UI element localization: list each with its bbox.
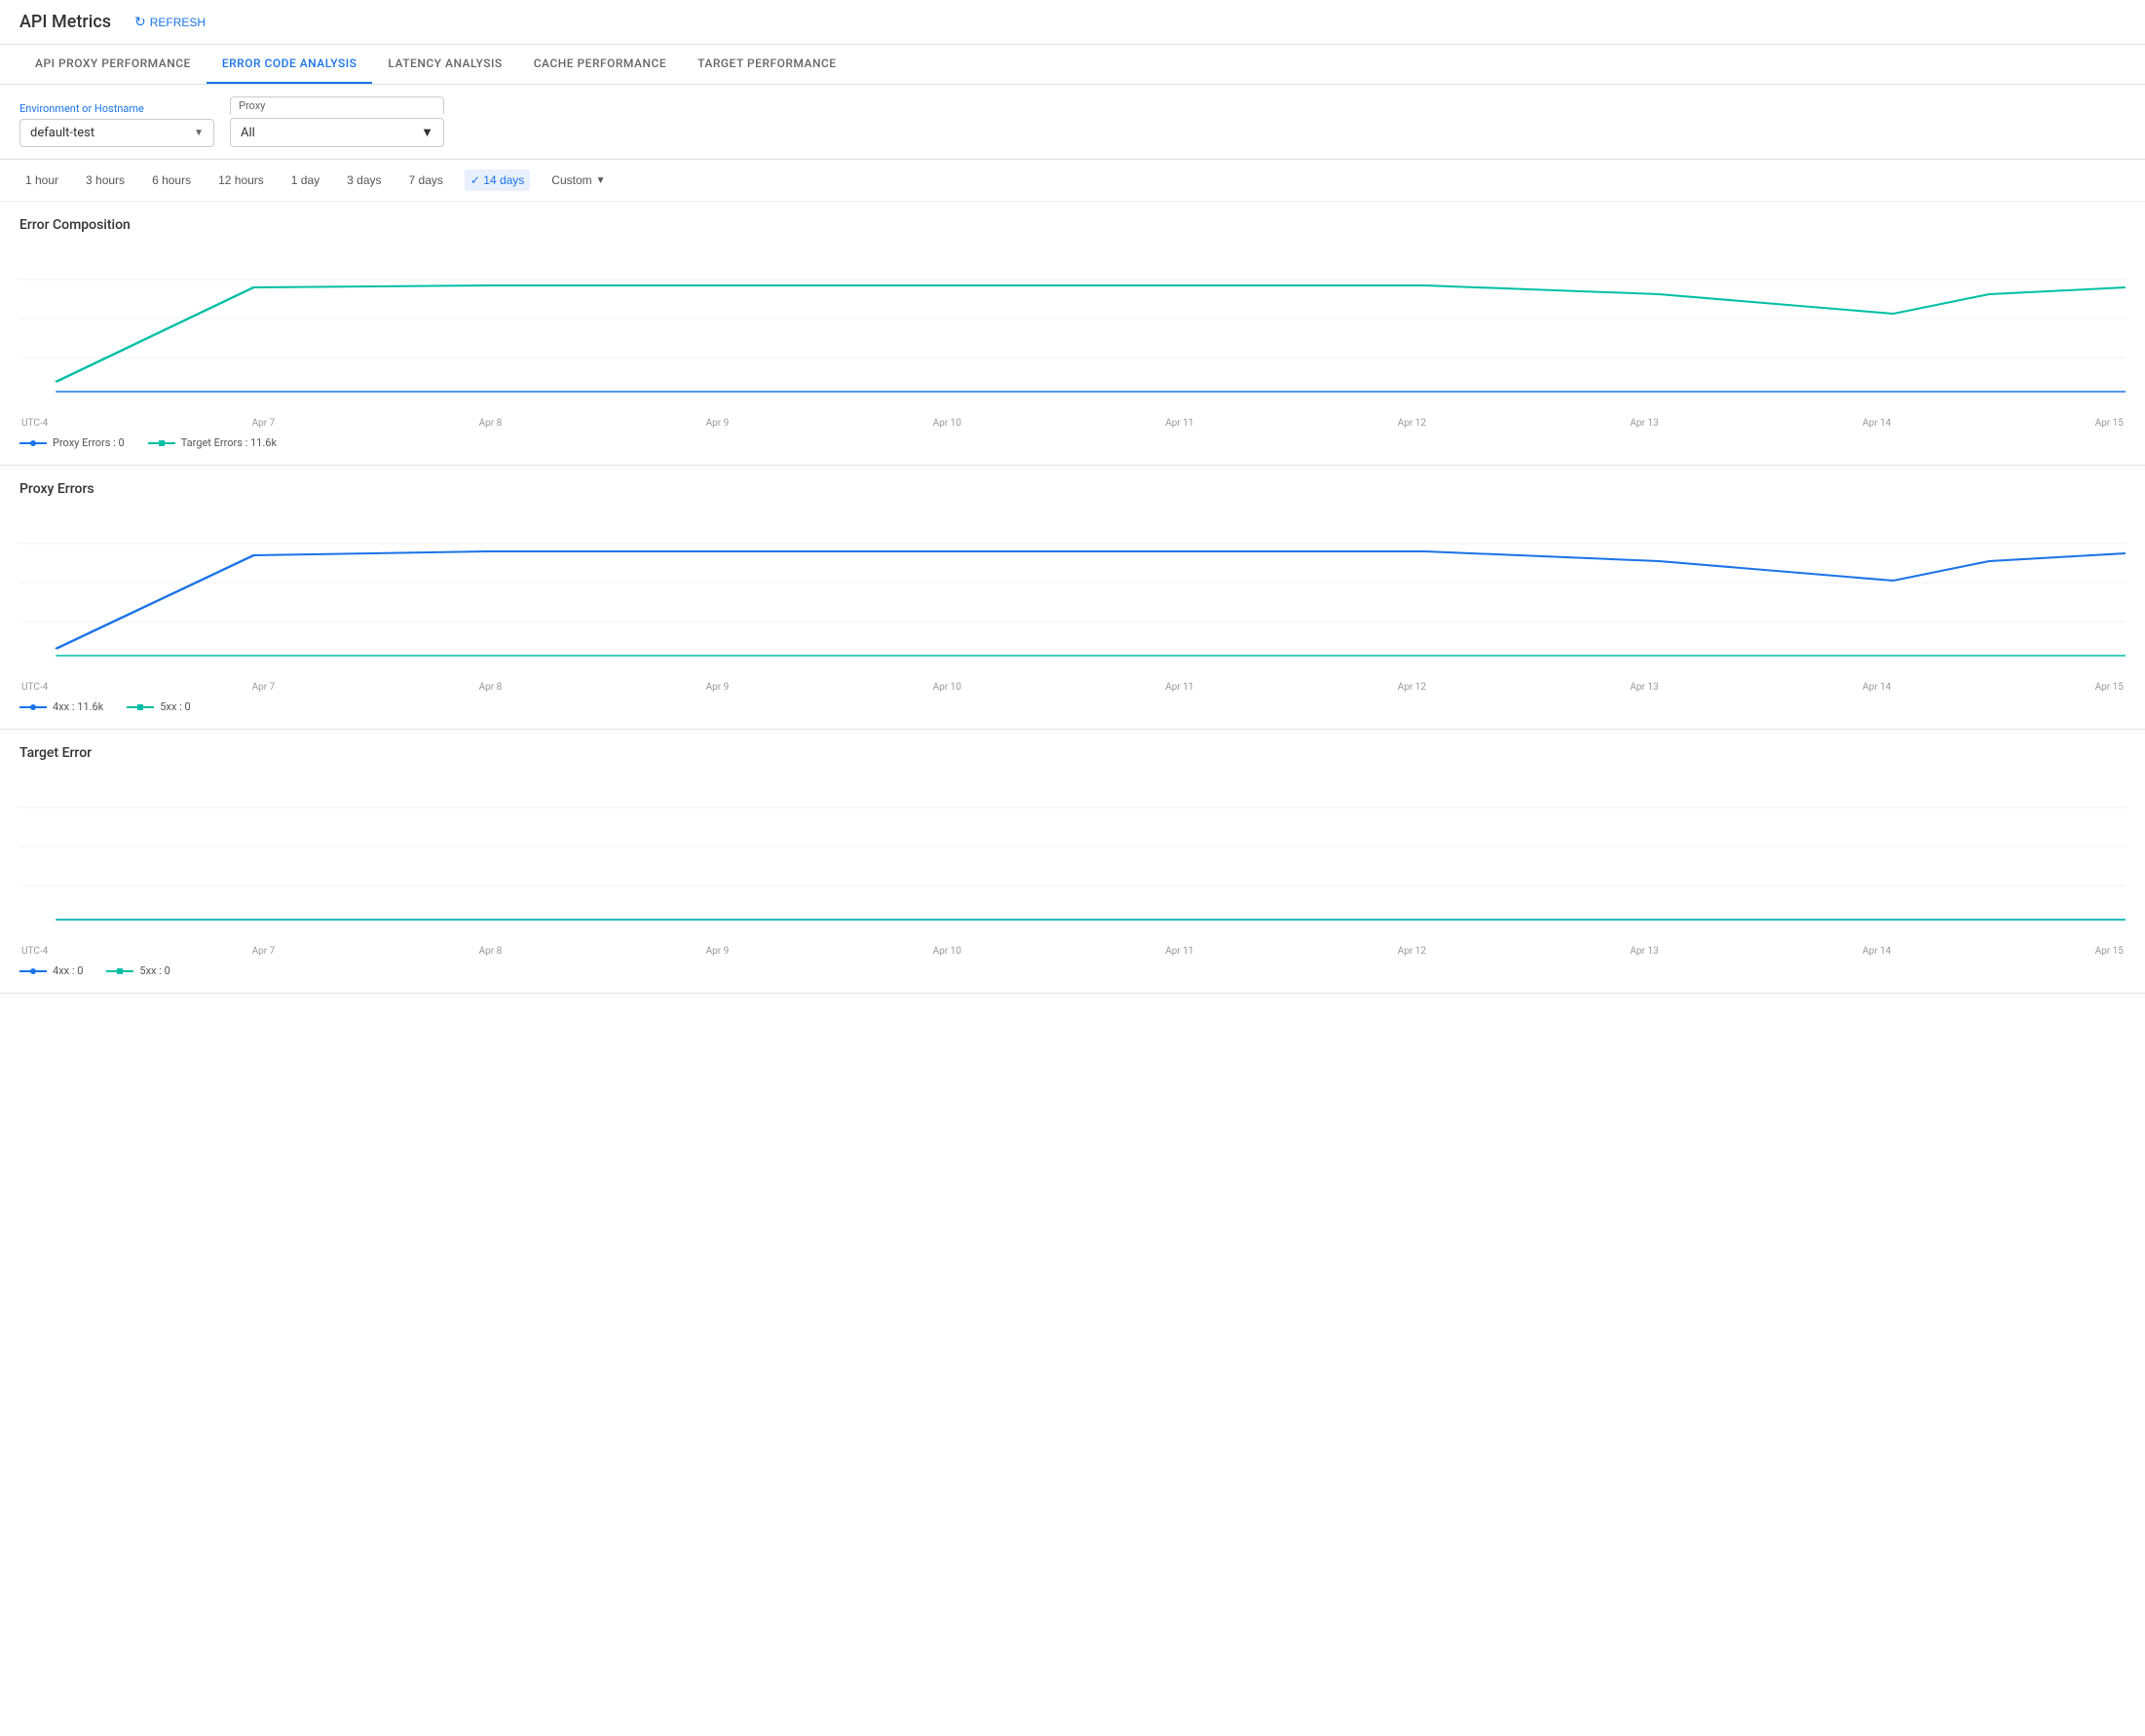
check-icon: ✓ <box>470 173 483 187</box>
page-header: API Metrics ↻ REFRESH <box>0 0 2145 45</box>
legend-4xx: 4xx : 11.6k <box>19 700 103 713</box>
proxy-dropdown-arrow: ▼ <box>421 125 433 140</box>
time-btn-3d[interactable]: 3 days <box>341 170 387 191</box>
filters-bar: Environment or Hostname default-test ▼ P… <box>0 85 2145 160</box>
proxy-errors-x-axis: UTC-4 Apr 7 Apr 8 Apr 9 Apr 10 Apr 11 Ap… <box>19 682 2126 693</box>
proxy-errors-svg <box>19 505 2126 660</box>
proxy-filter-value: All <box>241 126 255 140</box>
legend-target-5xx-icon <box>106 965 133 977</box>
time-btn-3h[interactable]: 3 hours <box>80 170 131 191</box>
proxy-filter-select[interactable]: All ▼ <box>230 118 444 147</box>
target-error-title: Target Error <box>19 745 2126 761</box>
proxy-errors-section: Proxy Errors UTC-4 Apr 7 Apr 8 Apr 9 Apr… <box>0 466 2145 730</box>
time-btn-1h[interactable]: 1 hour <box>19 170 64 191</box>
error-composition-legend: Proxy Errors : 0 Target Errors : 11.6k <box>19 436 2126 449</box>
time-btn-12h[interactable]: 12 hours <box>212 170 270 191</box>
env-dropdown-arrow: ▼ <box>194 128 204 138</box>
env-filter-select[interactable]: default-test ▼ <box>19 119 214 147</box>
tab-api-proxy[interactable]: API PROXY PERFORMANCE <box>19 45 207 84</box>
legend-proxy-errors-icon <box>19 437 47 449</box>
legend-target-5xx: 5xx : 0 <box>106 964 169 977</box>
error-composition-x-axis: UTC-4 Apr 7 Apr 8 Apr 9 Apr 10 Apr 11 Ap… <box>19 418 2126 429</box>
tab-bar: API PROXY PERFORMANCE ERROR CODE ANALYSI… <box>0 45 2145 85</box>
env-filter-value: default-test <box>30 126 94 140</box>
proxy-errors-title: Proxy Errors <box>19 481 2126 497</box>
charts-container: Error Composition UTC-4 Apr 7 Apr 8 Apr … <box>0 202 2145 994</box>
legend-target-errors-icon <box>148 437 175 449</box>
legend-5xx: 5xx : 0 <box>127 700 190 713</box>
target-error-section: Target Error UTC-4 Apr 7 Apr 8 Apr 9 Apr… <box>0 730 2145 994</box>
legend-4xx-icon <box>19 701 47 713</box>
env-filter-group: Environment or Hostname default-test ▼ <box>19 102 214 147</box>
target-error-chart <box>19 769 2126 944</box>
refresh-label: REFRESH <box>150 16 206 29</box>
tab-cache[interactable]: CACHE PERFORMANCE <box>518 45 682 84</box>
refresh-icon: ↻ <box>134 14 146 30</box>
target-error-svg <box>19 769 2126 925</box>
refresh-button[interactable]: ↻ REFRESH <box>127 10 213 34</box>
time-filters-bar: 1 hour 3 hours 6 hours 12 hours 1 day 3 … <box>0 160 2145 202</box>
tab-latency[interactable]: LATENCY ANALYSIS <box>372 45 517 84</box>
error-composition-section: Error Composition UTC-4 Apr 7 Apr 8 Apr … <box>0 202 2145 466</box>
tab-target[interactable]: TARGET PERFORMANCE <box>682 45 851 84</box>
custom-dropdown-arrow: ▼ <box>596 175 606 186</box>
legend-5xx-icon <box>127 701 154 713</box>
target-error-legend: 4xx : 0 5xx : 0 <box>19 964 2126 977</box>
proxy-errors-legend: 4xx : 11.6k 5xx : 0 <box>19 700 2126 713</box>
tab-error-code[interactable]: ERROR CODE ANALYSIS <box>207 45 373 84</box>
time-btn-1d[interactable]: 1 day <box>285 170 325 191</box>
error-composition-chart <box>19 241 2126 416</box>
legend-proxy-errors: Proxy Errors : 0 <box>19 436 125 449</box>
custom-time-button[interactable]: Custom ▼ <box>546 170 611 191</box>
legend-target-errors: Target Errors : 11.6k <box>148 436 277 449</box>
error-composition-svg <box>19 241 2126 396</box>
error-composition-title: Error Composition <box>19 217 2126 233</box>
env-filter-label: Environment or Hostname <box>19 102 214 115</box>
proxy-errors-chart <box>19 505 2126 680</box>
legend-target-4xx: 4xx : 0 <box>19 964 83 977</box>
proxy-filter-group: Proxy All ▼ <box>230 96 444 147</box>
time-btn-6h[interactable]: 6 hours <box>146 170 197 191</box>
legend-target-4xx-icon <box>19 965 47 977</box>
target-error-x-axis: UTC-4 Apr 7 Apr 8 Apr 9 Apr 10 Apr 11 Ap… <box>19 946 2126 957</box>
custom-label: Custom <box>551 173 591 187</box>
time-btn-7d[interactable]: 7 days <box>403 170 449 191</box>
time-btn-14d[interactable]: ✓ 14 days <box>465 170 530 191</box>
proxy-filter-label: Proxy <box>230 96 444 114</box>
page-title: API Metrics <box>19 12 111 32</box>
